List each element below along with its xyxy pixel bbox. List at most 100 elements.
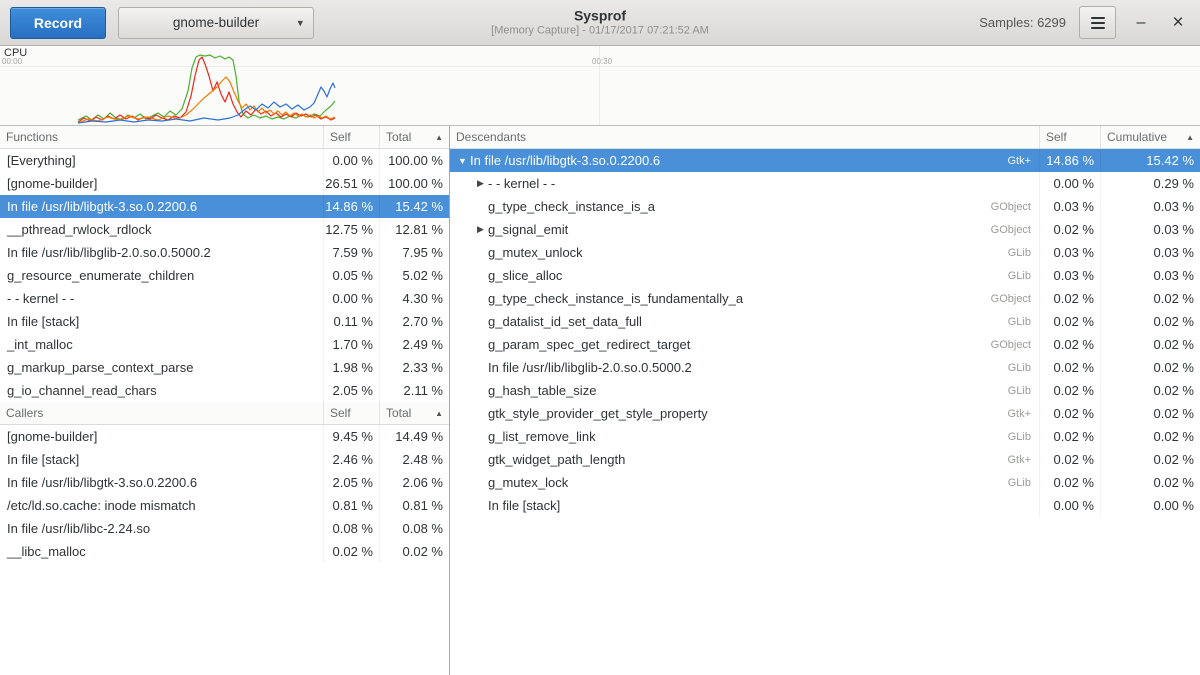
expander-closed-icon[interactable]: ▶ [473,178,488,189]
cell-self-percent: 0.00 % [1040,172,1101,195]
table-row[interactable]: In file /usr/lib/libglib-2.0.so.0.5000.2… [450,356,1200,379]
cell-self-percent: 0.02 % [1040,425,1101,448]
cell-function-name: g_param_spec_get_redirect_targetGObject [450,333,1040,356]
cell-function-name: ▶- - kernel - - [450,172,1040,195]
library-label: GObject [991,201,1039,213]
right-panel: Descendants Self Cumulative ▲ ▼In file /… [450,126,1200,675]
table-row[interactable]: g_param_spec_get_redirect_targetGObject0… [450,333,1200,356]
table-row[interactable]: In file [stack]0.00 %0.00 % [450,494,1200,517]
cell-function-name: g_markup_parse_context_parse [0,356,324,379]
cell-function-name: g_datalist_id_set_data_fullGLib [450,310,1040,333]
table-row[interactable]: g_datalist_id_set_data_fullGLib0.02 %0.0… [450,310,1200,333]
cell-self-percent: 0.02 % [1040,379,1101,402]
table-row[interactable]: In file [stack]2.46 %2.48 % [0,448,449,471]
callers-column-header[interactable]: Callers [0,402,324,424]
descendants-column-header[interactable]: Descendants [450,126,1040,148]
table-row[interactable]: __libc_malloc0.02 %0.02 % [0,540,449,563]
cell-function-name: g_mutex_lockGLib [450,471,1040,494]
cell-self-percent: 0.03 % [1040,241,1101,264]
process-selector-dropdown[interactable]: gnome-builder ▾ [118,7,314,39]
table-row[interactable]: ▼In file /usr/lib/libgtk-3.so.0.2200.6Gt… [450,149,1200,172]
functions-header-row: Functions Self Total ▲ [0,126,449,149]
table-row[interactable]: - - kernel - -0.00 %4.30 % [0,287,449,310]
cell-total-percent: 0.02 % [1101,448,1200,471]
sort-indicator-icon: ▲ [1186,133,1194,142]
cell-self-percent: 0.02 % [1040,333,1101,356]
cell-function-name: g_type_check_instance_is_fundamentally_a… [450,287,1040,310]
table-row[interactable]: [Everything]0.00 %100.00 % [0,149,449,172]
table-row[interactable]: g_io_channel_read_chars2.05 %2.11 % [0,379,449,402]
table-row[interactable]: __pthread_rwlock_rdlock12.75 %12.81 % [0,218,449,241]
self-column-header[interactable]: Self [324,126,380,148]
table-row[interactable]: _int_malloc1.70 %2.49 % [0,333,449,356]
total-header-label: Total [386,406,411,420]
cell-total-percent: 12.81 % [380,218,449,241]
cell-self-percent: 0.00 % [1040,494,1101,517]
cell-self-percent: 0.02 % [1040,356,1101,379]
table-row[interactable]: g_mutex_unlockGLib0.03 %0.03 % [450,241,1200,264]
cell-total-percent: 4.30 % [380,287,449,310]
table-row[interactable]: g_markup_parse_context_parse1.98 %2.33 % [0,356,449,379]
self-column-header[interactable]: Self [324,402,380,424]
title-block: Sysprof [Memory Capture] - 01/17/2017 07… [491,7,709,38]
table-row[interactable]: In file /usr/lib/libglib-2.0.so.0.5000.2… [0,241,449,264]
callers-header-row: Callers Self Total ▲ [0,402,449,425]
table-row[interactable]: g_hash_table_sizeGLib0.02 %0.02 % [450,379,1200,402]
cell-self-percent: 2.05 % [324,379,380,402]
process-selector-label: gnome-builder [173,15,259,30]
table-row[interactable]: g_type_check_instance_is_fundamentally_a… [450,287,1200,310]
table-row[interactable]: In file [stack]0.11 %2.70 % [0,310,449,333]
cell-total-percent: 100.00 % [380,172,449,195]
record-button[interactable]: Record [10,7,106,39]
cell-self-percent: 0.02 % [1040,471,1101,494]
menu-button[interactable] [1079,6,1116,39]
table-row[interactable]: g_type_check_instance_is_aGObject0.03 %0… [450,195,1200,218]
table-row[interactable]: gtk_style_provider_get_style_propertyGtk… [450,402,1200,425]
table-row[interactable]: g_resource_enumerate_children0.05 %5.02 … [0,264,449,287]
function-name-label: In file /usr/lib/libc-2.24.so [7,521,150,536]
library-label: GLib [1008,477,1039,489]
self-column-header[interactable]: Self [1040,126,1101,148]
total-column-header[interactable]: Total ▲ [380,402,449,424]
table-row[interactable]: /etc/ld.so.cache: inode mismatch0.81 %0.… [0,494,449,517]
table-row[interactable]: g_slice_allocGLib0.03 %0.03 % [450,264,1200,287]
cell-function-name: In file [stack] [0,310,324,333]
cell-self-percent: 0.02 % [1040,287,1101,310]
table-row[interactable]: g_list_remove_linkGLib0.02 %0.02 % [450,425,1200,448]
cpu-series-orange [78,77,335,123]
expander-open-icon[interactable]: ▼ [455,156,470,166]
table-row[interactable]: In file /usr/lib/libc-2.24.so0.08 %0.08 … [0,517,449,540]
cell-total-percent: 15.42 % [380,195,449,218]
table-row[interactable]: g_mutex_lockGLib0.02 %0.02 % [450,471,1200,494]
table-row[interactable]: ▶g_signal_emitGObject0.02 %0.03 % [450,218,1200,241]
cell-self-percent: 1.70 % [324,333,380,356]
cell-self-percent: 0.81 % [324,494,380,517]
cell-total-percent: 0.02 % [1101,402,1200,425]
function-name-label: g_signal_emit [488,222,568,237]
cell-function-name: g_resource_enumerate_children [0,264,324,287]
cell-function-name: In file /usr/lib/libgtk-3.so.0.2200.6 [0,471,324,494]
cell-function-name: _int_malloc [0,333,324,356]
cumulative-column-header[interactable]: Cumulative ▲ [1101,126,1200,148]
sort-indicator-icon: ▲ [435,133,443,142]
table-row[interactable]: In file /usr/lib/libgtk-3.so.0.2200.614.… [0,195,449,218]
function-name-label: In file [stack] [7,314,79,329]
minimize-button[interactable]: – [1129,8,1153,38]
table-row[interactable]: [gnome-builder]9.45 %14.49 % [0,425,449,448]
cpu-graph-area[interactable]: CPU 00:00 00:30 [0,46,1200,126]
cell-total-percent: 0.02 % [1101,471,1200,494]
descendants-header-row: Descendants Self Cumulative ▲ [450,126,1200,149]
table-row[interactable]: In file /usr/lib/libgtk-3.so.0.2200.62.0… [0,471,449,494]
cell-self-percent: 26.51 % [324,172,380,195]
total-header-label: Total [386,130,411,144]
cell-total-percent: 2.49 % [380,333,449,356]
functions-column-header[interactable]: Functions [0,126,324,148]
close-button[interactable]: × [1166,8,1190,38]
expander-closed-icon[interactable]: ▶ [473,224,488,235]
table-row[interactable]: ▶- - kernel - -0.00 %0.29 % [450,172,1200,195]
descendants-rows: ▼In file /usr/lib/libgtk-3.so.0.2200.6Gt… [450,149,1200,517]
total-column-header[interactable]: Total ▲ [380,126,449,148]
function-name-label: In file /usr/lib/libglib-2.0.so.0.5000.2 [488,360,692,375]
table-row[interactable]: gtk_widget_path_lengthGtk+0.02 %0.02 % [450,448,1200,471]
table-row[interactable]: [gnome-builder]26.51 %100.00 % [0,172,449,195]
